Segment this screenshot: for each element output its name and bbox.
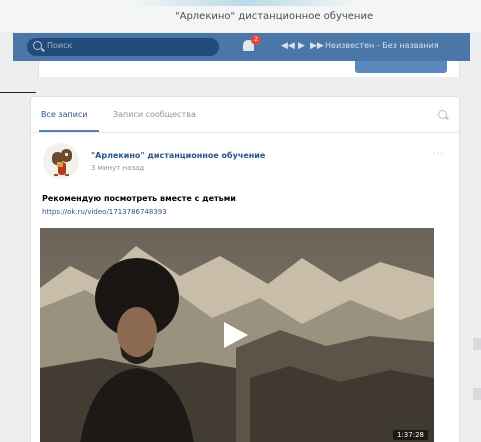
more-icon[interactable]: ··· [433, 149, 445, 159]
post-text: Рекомендую посмотреть вместе с детьми [42, 194, 236, 203]
post-link[interactable]: https://ok.ru/video/1713786748393 [42, 208, 167, 216]
video-thumbnail [40, 228, 434, 442]
wall-card: Все записи Записи сообщества "Арлекино" … [30, 96, 460, 442]
music-title[interactable]: Неизвестен - Без названия [325, 41, 439, 50]
avatar[interactable] [43, 143, 79, 179]
post-time[interactable]: 3 минут назад [91, 164, 144, 172]
search-input[interactable]: Поиск [27, 38, 219, 56]
search-icon [33, 41, 42, 50]
prev-icon[interactable]: ◀◀ [281, 40, 295, 52]
window-title: "Арлекино" дистанционное обучение [175, 11, 374, 22]
window-caption: "Арлекино" дистанционное обучение [0, 0, 481, 32]
active-tab-indicator [39, 130, 99, 132]
top-bar: Поиск 2 ◀◀ ▶ ▶▶ Неизвестен - Без названи… [13, 33, 470, 61]
video-player[interactable]: 1:37:28 [40, 228, 434, 442]
side-element [473, 338, 481, 350]
post-author[interactable]: "Арлекино" дистанционное обучение [91, 151, 265, 160]
wall-tabs: Все записи Записи сообщества [31, 97, 459, 133]
tab-all-posts[interactable]: Все записи [41, 110, 88, 119]
search-icon[interactable] [438, 110, 447, 119]
divider-line [0, 92, 36, 93]
caption-glow [130, 0, 360, 6]
page-header-strip [38, 61, 460, 77]
next-icon[interactable]: ▶▶ [310, 40, 324, 52]
side-element [473, 388, 481, 400]
notifications-badge: 2 [251, 35, 261, 45]
search-placeholder: Поиск [47, 41, 73, 50]
video-duration: 1:37:28 [393, 430, 428, 440]
header-button[interactable] [355, 61, 447, 73]
tab-community-posts[interactable]: Записи сообщества [113, 110, 196, 119]
play-icon[interactable]: ▶ [298, 40, 305, 52]
